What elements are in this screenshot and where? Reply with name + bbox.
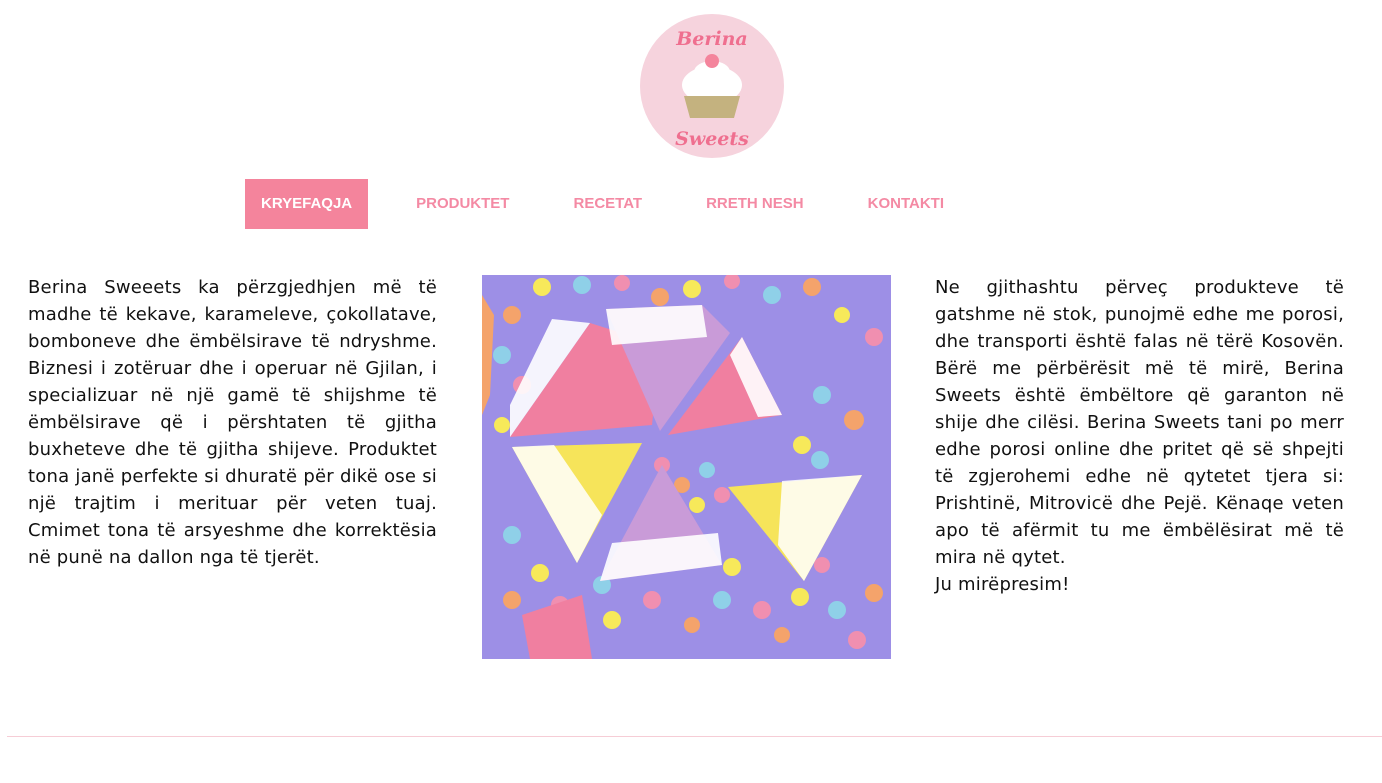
site-logo[interactable]: Berina Sweets <box>640 14 784 158</box>
logo-text-top: Berina <box>675 28 748 50</box>
nav-item-about[interactable]: RRETH NESH <box>690 179 820 229</box>
logo-badge: Berina Sweets <box>640 14 784 158</box>
footer-divider <box>7 736 1382 737</box>
welcome-text: Ju mirëpresim! <box>935 574 1070 595</box>
intro-paragraph: Berina Sweeets ka përzgjedhjen më të mad… <box>28 277 437 568</box>
logo-text-bottom: Sweets <box>675 128 749 150</box>
main-nav: KRYEFAQJA PRODUKTET RECETAT RRETH NESH K… <box>245 179 960 229</box>
services-text: Ne gjithashtu përveç produkteve të gatsh… <box>935 277 1344 568</box>
nav-item-recipes[interactable]: RECETAT <box>557 179 658 229</box>
services-paragraph: Ne gjithashtu përveç produkteve të gatsh… <box>935 274 1344 598</box>
nav-item-home[interactable]: KRYEFAQJA <box>245 179 369 229</box>
nav-item-products[interactable]: PRODUKTET <box>400 179 525 229</box>
candy-photo <box>482 273 891 659</box>
nav-item-contact[interactable]: KONTAKTI <box>852 179 960 229</box>
